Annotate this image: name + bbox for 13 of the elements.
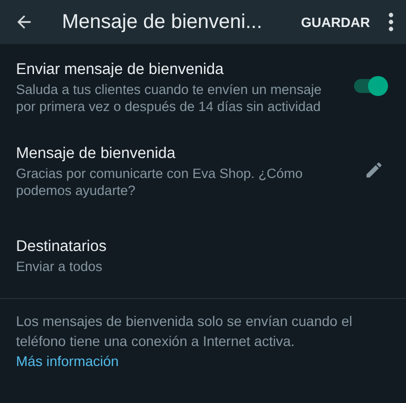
setting-description: Enviar a todos	[16, 258, 104, 274]
setting-title: Enviar mensaje de bienvenida	[16, 61, 225, 79]
toggle-switch[interactable]	[354, 79, 388, 93]
more-info-link[interactable]: Más información	[16, 353, 119, 369]
info-note: Los mensajes de bienvenida solo se envían cuando el teléfono tiene una conexión a Internet activa. Más información	[16, 312, 354, 371]
setting-title: Mensaje de bienvenida	[16, 145, 176, 163]
setting-description: Gracias por comunicarte con Eva Shop. ¿Cómo podemos ayudarte?	[16, 165, 304, 199]
screen-title: Mensaje de bienveni...	[62, 10, 264, 34]
pencil-icon	[364, 160, 384, 180]
setting-title: Destinatarios	[16, 238, 108, 256]
more-icon	[388, 12, 394, 32]
setting-description: Saluda a tus clientes cuando te envíen un mensaje por primera vez o después de 14 días sin actividad	[16, 81, 322, 115]
save-button[interactable]: GUARDAR	[295, 10, 376, 34]
